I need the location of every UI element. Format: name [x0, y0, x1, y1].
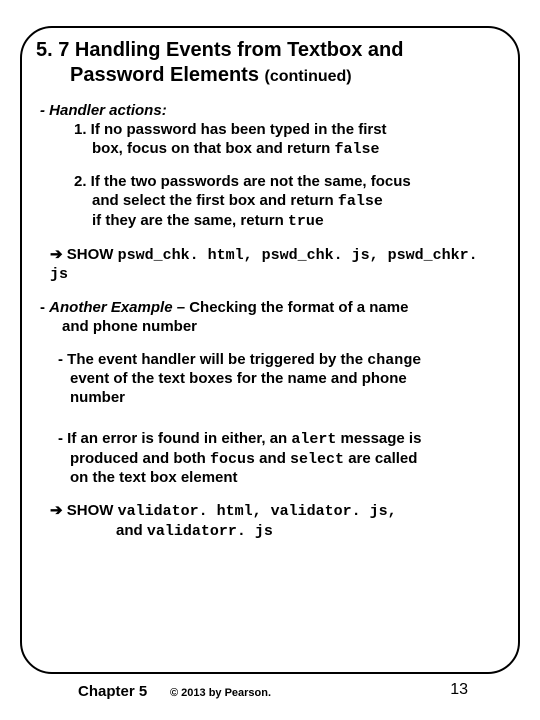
action2-line3: if they are the same, return [92, 212, 288, 229]
alert-para-l3: on the text box element [70, 469, 238, 486]
alert-para-l1b: message is [336, 430, 421, 447]
change-para-l3: number [70, 389, 125, 406]
action1-line2: box, focus on that box and return [92, 140, 335, 157]
handler-actions-heading: - Handler actions: [40, 102, 167, 119]
alert-para-l2c: are called [344, 450, 417, 467]
footer-page-number: 13 [450, 681, 468, 699]
arrow-icon: ➔ [50, 246, 63, 263]
code-change: change [367, 352, 421, 369]
show-files-2b: validatorr. js [147, 523, 273, 540]
alert-para-l2a: produced and both [70, 450, 210, 467]
arrow-icon-2: ➔ [50, 502, 63, 519]
code-false-1: false [335, 141, 380, 158]
alert-para-l2b: and [255, 450, 290, 467]
show-files-2a: validator. html, validator. js, [118, 503, 397, 520]
show-and: and [116, 522, 147, 539]
code-alert: alert [291, 431, 336, 448]
show-label-1: SHOW [63, 246, 118, 263]
slide-frame: 5. 7 Handling Events from Textbox and Pa… [20, 26, 520, 674]
action2-line2: and select the first box and return [92, 192, 338, 209]
title-continued: (continued) [265, 68, 352, 85]
title-line2: Password Elements [70, 64, 259, 86]
another-example-l2: and phone number [62, 318, 197, 335]
alert-para-l1a: - If an error is found in either, an [58, 430, 291, 447]
code-true: true [288, 213, 324, 230]
slide-body: - Handler actions: 1. If no password has… [36, 102, 504, 542]
another-dash: - [40, 299, 49, 316]
action1-line1: 1. If no password has been typed in the … [74, 121, 387, 138]
footer-chapter: Chapter 5 [78, 683, 147, 700]
slide-title: 5. 7 Handling Events from Textbox and Pa… [36, 38, 504, 88]
another-example-rest: – Checking the format of a name [173, 299, 409, 316]
change-para-l1: - The event handler will be triggered by… [58, 351, 367, 368]
code-focus: focus [210, 451, 255, 468]
title-line1: 5. 7 Handling Events from Textbox and [36, 39, 403, 61]
code-false-2: false [338, 193, 383, 210]
action2-line1: 2. If the two passwords are not the same… [74, 173, 411, 190]
another-example-em: Another Example [49, 299, 172, 316]
change-para-l2: event of the text boxes for the name and… [70, 370, 407, 387]
code-select: select [290, 451, 344, 468]
footer-copyright: © 2013 by Pearson. [170, 687, 271, 699]
show-label-2: SHOW [63, 502, 118, 519]
